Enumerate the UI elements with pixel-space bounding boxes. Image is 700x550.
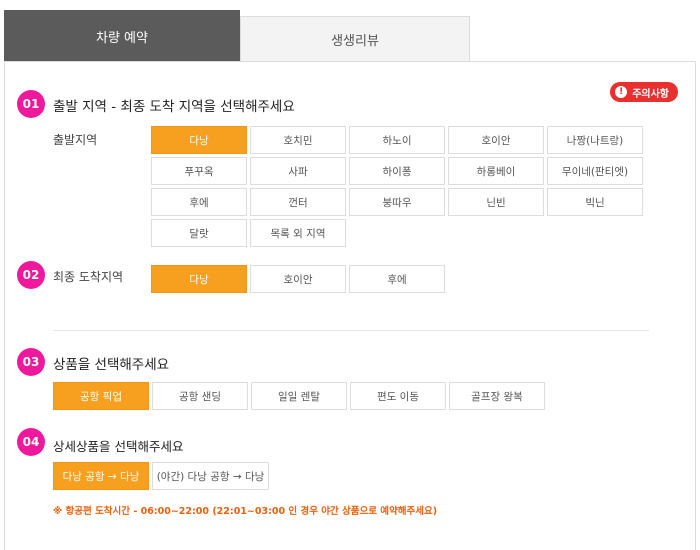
step-number-3: 03 (17, 348, 45, 376)
product-option[interactable]: 편도 이동 (350, 382, 446, 410)
departure-option[interactable]: 후에 (151, 188, 247, 216)
product-option[interactable]: 골프장 왕복 (449, 382, 545, 410)
exclamation-icon: ! (615, 86, 628, 98)
destination-option[interactable]: 호이안 (250, 265, 346, 293)
reservation-tabs: 차량 예약 생생리뷰 (4, 10, 470, 62)
departure-option[interactable]: 껀터 (250, 188, 346, 216)
departure-option[interactable]: 붕따우 (349, 188, 445, 216)
departure-option[interactable]: 하롱베이 (448, 157, 544, 185)
departure-option[interactable]: 다낭 (151, 126, 247, 154)
step-number-1: 01 (17, 90, 45, 118)
step-number-4: 04 (17, 428, 45, 456)
departure-region-label: 출발지역 (53, 133, 98, 147)
step-number-2: 02 (17, 261, 45, 289)
destination-option[interactable]: 후에 (349, 265, 445, 293)
product-option[interactable]: 공항 픽업 (53, 382, 149, 410)
detail-product-option[interactable]: (야간) 다낭 공항 → 다낭 (152, 462, 269, 490)
departure-option[interactable]: 하노이 (349, 126, 445, 154)
departure-option[interactable]: 달랏 (151, 219, 247, 247)
destination-option[interactable]: 다낭 (151, 265, 247, 293)
departure-option[interactable]: 나짱(나트랑) (547, 126, 643, 154)
tab-reviews[interactable]: 생생리뷰 (240, 16, 470, 62)
departure-option[interactable]: 무이네(판티엣) (547, 157, 643, 185)
departure-option[interactable]: 푸꾸옥 (151, 157, 247, 185)
product-option[interactable]: 일일 렌탈 (251, 382, 347, 410)
step3-title: 상품을 선택해주세요 (53, 357, 170, 373)
tab-vehicle-reservation[interactable]: 차량 예약 (4, 10, 240, 62)
departure-option[interactable]: 목록 외 지역 (250, 219, 346, 247)
final-destination-label: 최종 도착지역 (53, 270, 124, 284)
product-option[interactable]: 공항 샌딩 (152, 382, 248, 410)
departure-option[interactable]: 닌빈 (448, 188, 544, 216)
departure-option[interactable]: 빅닌 (547, 188, 643, 216)
notice-button[interactable]: ! 주의사항 (610, 82, 678, 102)
detail-product-option[interactable]: 다낭 공항 → 다낭 (53, 462, 149, 490)
departure-option[interactable]: 사파 (250, 157, 346, 185)
departure-option[interactable]: 하이퐁 (349, 157, 445, 185)
step1-title: 출발 지역 - 최종 도착 지역을 선택해주세요 (53, 99, 295, 115)
departure-option[interactable]: 호치민 (250, 126, 346, 154)
flight-time-note: ※ 항공편 도착시간 - 06:00~22:00 (22:01~03:00 인 … (53, 506, 438, 517)
notice-label: 주의사항 (632, 88, 669, 100)
step4-title: 상세상품을 선택해주세요 (53, 439, 184, 454)
section-divider (53, 330, 649, 331)
departure-option[interactable]: 호이안 (448, 126, 544, 154)
